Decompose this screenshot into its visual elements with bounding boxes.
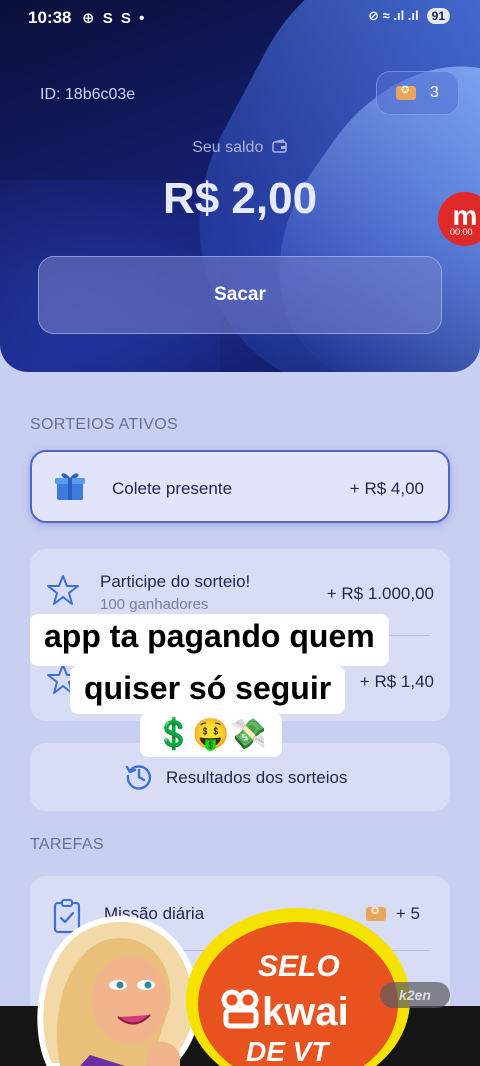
status-time: 10:38 [28,8,72,27]
video-caption-line2: quiser só seguir [70,666,346,714]
history-icon [125,765,152,790]
raffle-title: Participe do sorteio! [100,572,251,591]
results-label: Resultados dos sorteios [166,768,348,787]
battery-indicator: 91 [426,8,450,24]
network-icons: ⊘ ≈ .ıl .ıl [368,8,419,23]
gift-label: Colete presente [112,479,233,498]
gift-icon [55,473,85,500]
wallet-icon [272,139,287,153]
badge-text-devt: DE VT [246,1036,329,1066]
recorder-timer: 00:00 [450,227,473,237]
balance-label: Seu saldo [0,139,480,157]
caption-emojis: 💲🤑💸 [140,713,282,757]
tickets-count: 3 [430,84,439,101]
balance-value: R$ 2,00 [162,174,318,223]
tickets-counter[interactable]: 3 [376,71,459,115]
section-title-tasks: TAREFAS [30,836,104,853]
ticket-icon [396,85,417,100]
raffle-amount: + R$ 1,40 [359,672,434,691]
notification-icons: ⊕ S S • [82,10,147,27]
watermark: k2en [380,982,450,1008]
user-id: ID: 18b6c03e [40,86,136,103]
video-caption-line1: app ta pagando quem [30,614,389,666]
raffle-amount: + R$ 1.000,00 [326,584,434,603]
star-icon [47,575,79,605]
badge-text-kwai: kwai [262,990,349,1034]
status-right: ⊘ ≈ .ıl .ıl 91 [368,8,450,24]
gift-amount: + R$ 4,00 [349,479,424,498]
collect-gift-card[interactable]: Colete presente + R$ 4,00 [30,450,450,523]
balance-header: 10:38 ⊕ S S • ⊘ ≈ .ıl .ıl 91 ID: 18b6c03… [0,0,480,372]
section-title-raffles: SORTEIOS ATIVOS [30,416,178,433]
badge-text-selo: SELO [258,950,340,983]
raffle-subtitle: 100 ganhadores [100,596,209,613]
withdraw-button[interactable]: Sacar [38,256,442,334]
status-bar: 10:38 ⊕ S S • ⊘ ≈ .ıl .ıl 91 [0,0,480,36]
